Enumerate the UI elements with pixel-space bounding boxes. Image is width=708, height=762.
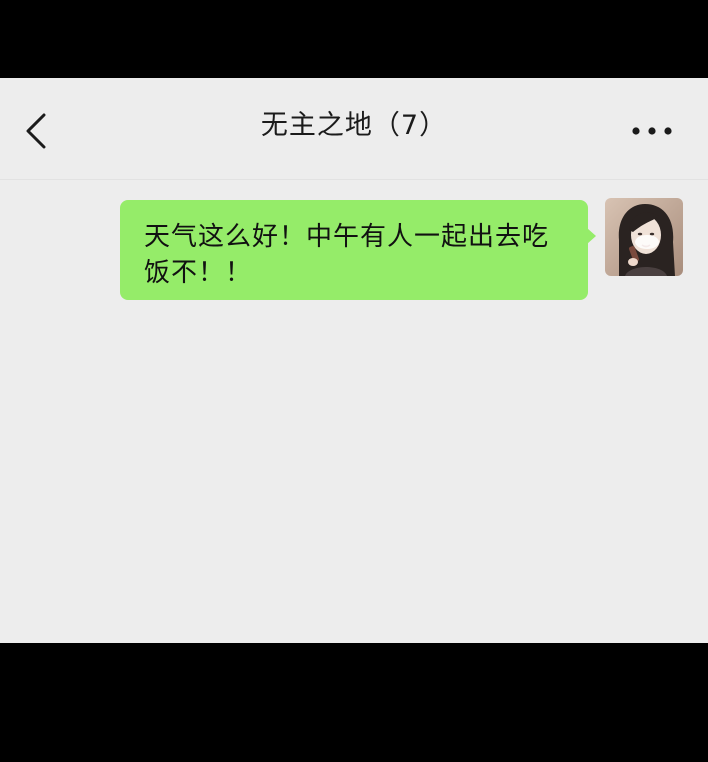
more-button[interactable] — [626, 114, 678, 148]
avatar[interactable] — [605, 198, 683, 276]
avatar-woman-icon — [605, 198, 683, 276]
bubble-tail — [587, 228, 596, 244]
phone-frame: 无主之地（7） 天气这么好！中午有人一起出去吃饭不！！ — [0, 0, 708, 762]
chevron-left-icon — [26, 113, 46, 149]
back-button[interactable] — [14, 104, 60, 158]
chat-header: 无主之地（7） — [0, 78, 708, 180]
chat-title: 无主之地（7） — [260, 110, 448, 141]
chat-screen: 无主之地（7） 天气这么好！中午有人一起出去吃饭不！！ — [0, 78, 708, 643]
message-row: 天气这么好！中午有人一起出去吃饭不！！ — [0, 198, 708, 308]
ellipsis-icon — [632, 127, 672, 135]
message-bubble[interactable]: 天气这么好！中午有人一起出去吃饭不！！ — [120, 200, 588, 300]
